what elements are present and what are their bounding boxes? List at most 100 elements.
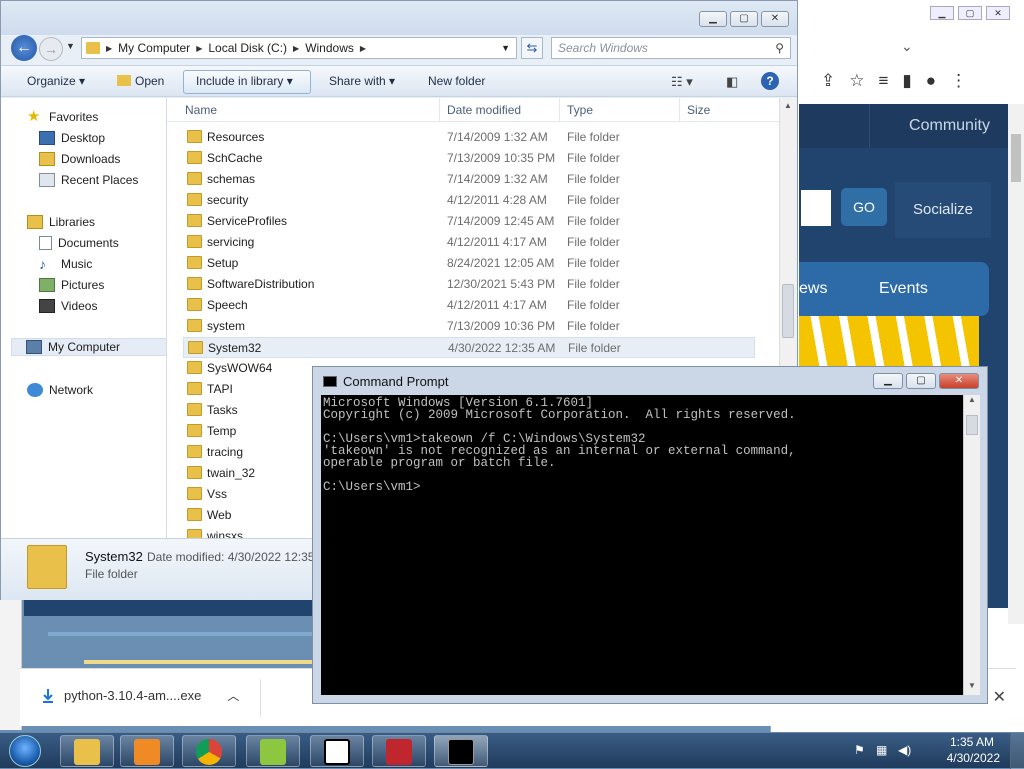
console-output[interactable]: Microsoft Windows [Version 6.1.7601] Cop… <box>321 395 963 695</box>
taskbar-explorer[interactable] <box>60 735 114 767</box>
download-item[interactable]: python-3.10.4-am....exe ︿ <box>42 687 239 704</box>
site-search-input[interactable] <box>801 190 831 226</box>
breadcrumb-separator-icon[interactable]: ▶ <box>360 44 366 53</box>
menu-icon[interactable]: ⋮ <box>950 71 967 91</box>
column-name[interactable]: Name <box>185 103 217 117</box>
explorer-titlebar[interactable]: ▁ ▢ ✕ <box>1 1 797 35</box>
side-panel-icon[interactable]: ▮ <box>902 71 911 91</box>
console-scrollbar[interactable]: ▲ ▼ <box>963 395 980 695</box>
file-row[interactable]: Setup 8/24/2021 12:05 AM File folder <box>183 253 755 274</box>
address-bar[interactable]: ▶ My Computer ▶ Local Disk (C:) ▶ Window… <box>81 37 517 59</box>
taskbar-as-app[interactable] <box>372 735 426 767</box>
chevron-up-icon[interactable]: ︿ <box>227 687 239 704</box>
cmd-close-button[interactable]: ✕ <box>939 373 979 389</box>
site-go-button[interactable]: GO <box>841 188 887 226</box>
cmd-minimize-button[interactable]: ▁ <box>873 373 903 389</box>
include-in-library-label-wrap[interactable]: Include in library ▾ <box>196 74 293 88</box>
file-row[interactable]: Resources 7/14/2009 1:32 AM File folder <box>183 127 755 148</box>
nav-downloads[interactable]: Downloads <box>39 150 120 168</box>
open-button[interactable]: Open <box>117 74 164 88</box>
console-scrollbar-thumb[interactable] <box>966 415 978 435</box>
nav-recent-places[interactable]: Recent Places <box>39 171 138 189</box>
nav-music[interactable]: ♪ Music <box>39 255 92 273</box>
start-button[interactable] <box>4 733 46 769</box>
nav-favorites[interactable]: ★ Favorites <box>27 108 98 126</box>
browser-scrollbar-thumb[interactable] <box>1011 134 1021 182</box>
organize-button[interactable]: Organize ▾ <box>27 74 85 88</box>
file-row[interactable]: schemas 7/14/2009 1:32 AM File folder <box>183 169 755 190</box>
back-button[interactable]: ← <box>11 35 37 61</box>
share-with-button[interactable]: Share with ▾ <box>329 74 395 88</box>
column-divider[interactable] <box>439 98 440 122</box>
tab-list-chevron-icon[interactable]: ⌄ <box>901 38 913 55</box>
network-status-icon[interactable]: ▦ <box>876 743 890 757</box>
column-date-modified[interactable]: Date modified <box>447 103 521 117</box>
breadcrumb-my-computer[interactable]: My Computer <box>118 41 190 55</box>
explorer-minimize-button[interactable]: ▁ <box>699 11 727 27</box>
explorer-close-button[interactable]: ✕ <box>761 11 789 27</box>
nav-my-computer[interactable]: My Computer <box>11 338 167 356</box>
nav-desktop[interactable]: Desktop <box>39 129 105 147</box>
column-divider[interactable] <box>679 98 680 122</box>
nav-community-link[interactable]: Community <box>869 104 1024 148</box>
volume-icon[interactable]: ◀) <box>898 743 912 757</box>
show-desktop-button[interactable] <box>1010 733 1024 769</box>
share-icon[interactable]: ⇪ <box>821 71 835 91</box>
file-row[interactable]: ServiceProfiles 7/14/2009 12:45 AM File fo… <box>183 211 755 232</box>
bookmark-star-icon[interactable]: ☆ <box>849 71 864 91</box>
file-row[interactable]: SoftwareDistribution 12/30/2021 5:43 PM Fi… <box>183 274 755 295</box>
clock-date[interactable]: 4/30/2022 <box>947 751 1000 765</box>
explorer-maximize-button[interactable]: ▢ <box>730 11 758 27</box>
search-icon[interactable]: ⚲ <box>775 38 784 58</box>
scroll-up-icon[interactable]: ▲ <box>964 395 980 409</box>
browser-minimize-button[interactable]: ▁ <box>930 6 954 20</box>
browser-maximize-button[interactable]: ▢ <box>958 6 982 20</box>
breadcrumb-local-disk[interactable]: Local Disk (C:) <box>208 41 287 55</box>
taskbar-media-player[interactable] <box>120 735 174 767</box>
download-bar-close-icon[interactable]: ✕ <box>993 687 1006 707</box>
cmd-maximize-button[interactable]: ▢ <box>906 373 936 389</box>
file-row[interactable]: security 4/12/2011 4:28 AM File folder <box>183 190 755 211</box>
file-list-scrollbar-thumb[interactable] <box>782 284 794 338</box>
recent-pages-chevron-icon[interactable]: ▼ <box>66 41 75 51</box>
preview-pane-icon[interactable]: ◧ <box>726 74 738 90</box>
news-link[interactable]: ews <box>799 262 827 316</box>
nav-network[interactable]: Network <box>27 381 93 399</box>
column-size[interactable]: Size <box>687 103 710 117</box>
new-folder-button[interactable]: New folder <box>428 74 485 88</box>
search-input[interactable]: Search Windows ⚲ <box>551 37 791 59</box>
file-row[interactable]: SchCache 7/13/2009 10:35 PM File folder <box>183 148 755 169</box>
column-type[interactable]: Type <box>567 103 593 117</box>
change-view-icon[interactable]: ☷ ▾ <box>671 74 693 90</box>
file-row[interactable]: System32 4/30/2022 12:35 AM File folder <box>183 337 755 358</box>
profile-icon[interactable]: ● <box>926 71 936 91</box>
events-link[interactable]: Events <box>879 262 928 316</box>
taskbar-notepadpp[interactable] <box>246 735 300 767</box>
breadcrumb-separator-icon[interactable]: ▶ <box>106 44 112 53</box>
nav-documents[interactable]: Documents <box>39 234 119 252</box>
breadcrumb-separator-icon[interactable]: ▶ <box>293 44 299 53</box>
file-row[interactable]: servicing 4/12/2011 4:17 AM File folder <box>183 232 755 253</box>
scroll-up-icon[interactable]: ▲ <box>780 98 796 114</box>
breadcrumb-windows[interactable]: Windows <box>305 41 354 55</box>
taskbar-command-prompt[interactable] <box>434 735 488 767</box>
command-prompt-titlebar[interactable]: Command Prompt ▁ ▢ ✕ <box>313 367 987 395</box>
scroll-down-icon[interactable]: ▼ <box>964 681 980 695</box>
reading-list-icon[interactable]: ≡ <box>879 71 889 91</box>
nav-pictures[interactable]: Pictures <box>39 276 104 294</box>
browser-scrollbar[interactable] <box>1008 104 1024 624</box>
file-row[interactable]: system 7/13/2009 10:36 PM File folder <box>183 316 755 337</box>
refresh-button[interactable]: ⇆ <box>521 37 543 59</box>
taskbar-7zip[interactable] <box>310 735 364 767</box>
address-history-chevron-icon[interactable]: ▼ <box>501 43 510 53</box>
browser-close-button[interactable]: ✕ <box>986 6 1010 20</box>
taskbar-chrome[interactable] <box>182 735 236 767</box>
help-icon[interactable]: ? <box>761 72 779 90</box>
socialize-tab[interactable]: Socialize <box>895 182 991 238</box>
action-center-flag-icon[interactable]: ⚑ <box>854 743 868 757</box>
breadcrumb-separator-icon[interactable]: ▶ <box>196 44 202 53</box>
column-divider[interactable] <box>559 98 560 122</box>
file-row[interactable]: Speech 4/12/2011 4:17 AM File folder <box>183 295 755 316</box>
forward-button[interactable]: → <box>39 37 63 61</box>
clock-time[interactable]: 1:35 AM <box>950 735 994 749</box>
